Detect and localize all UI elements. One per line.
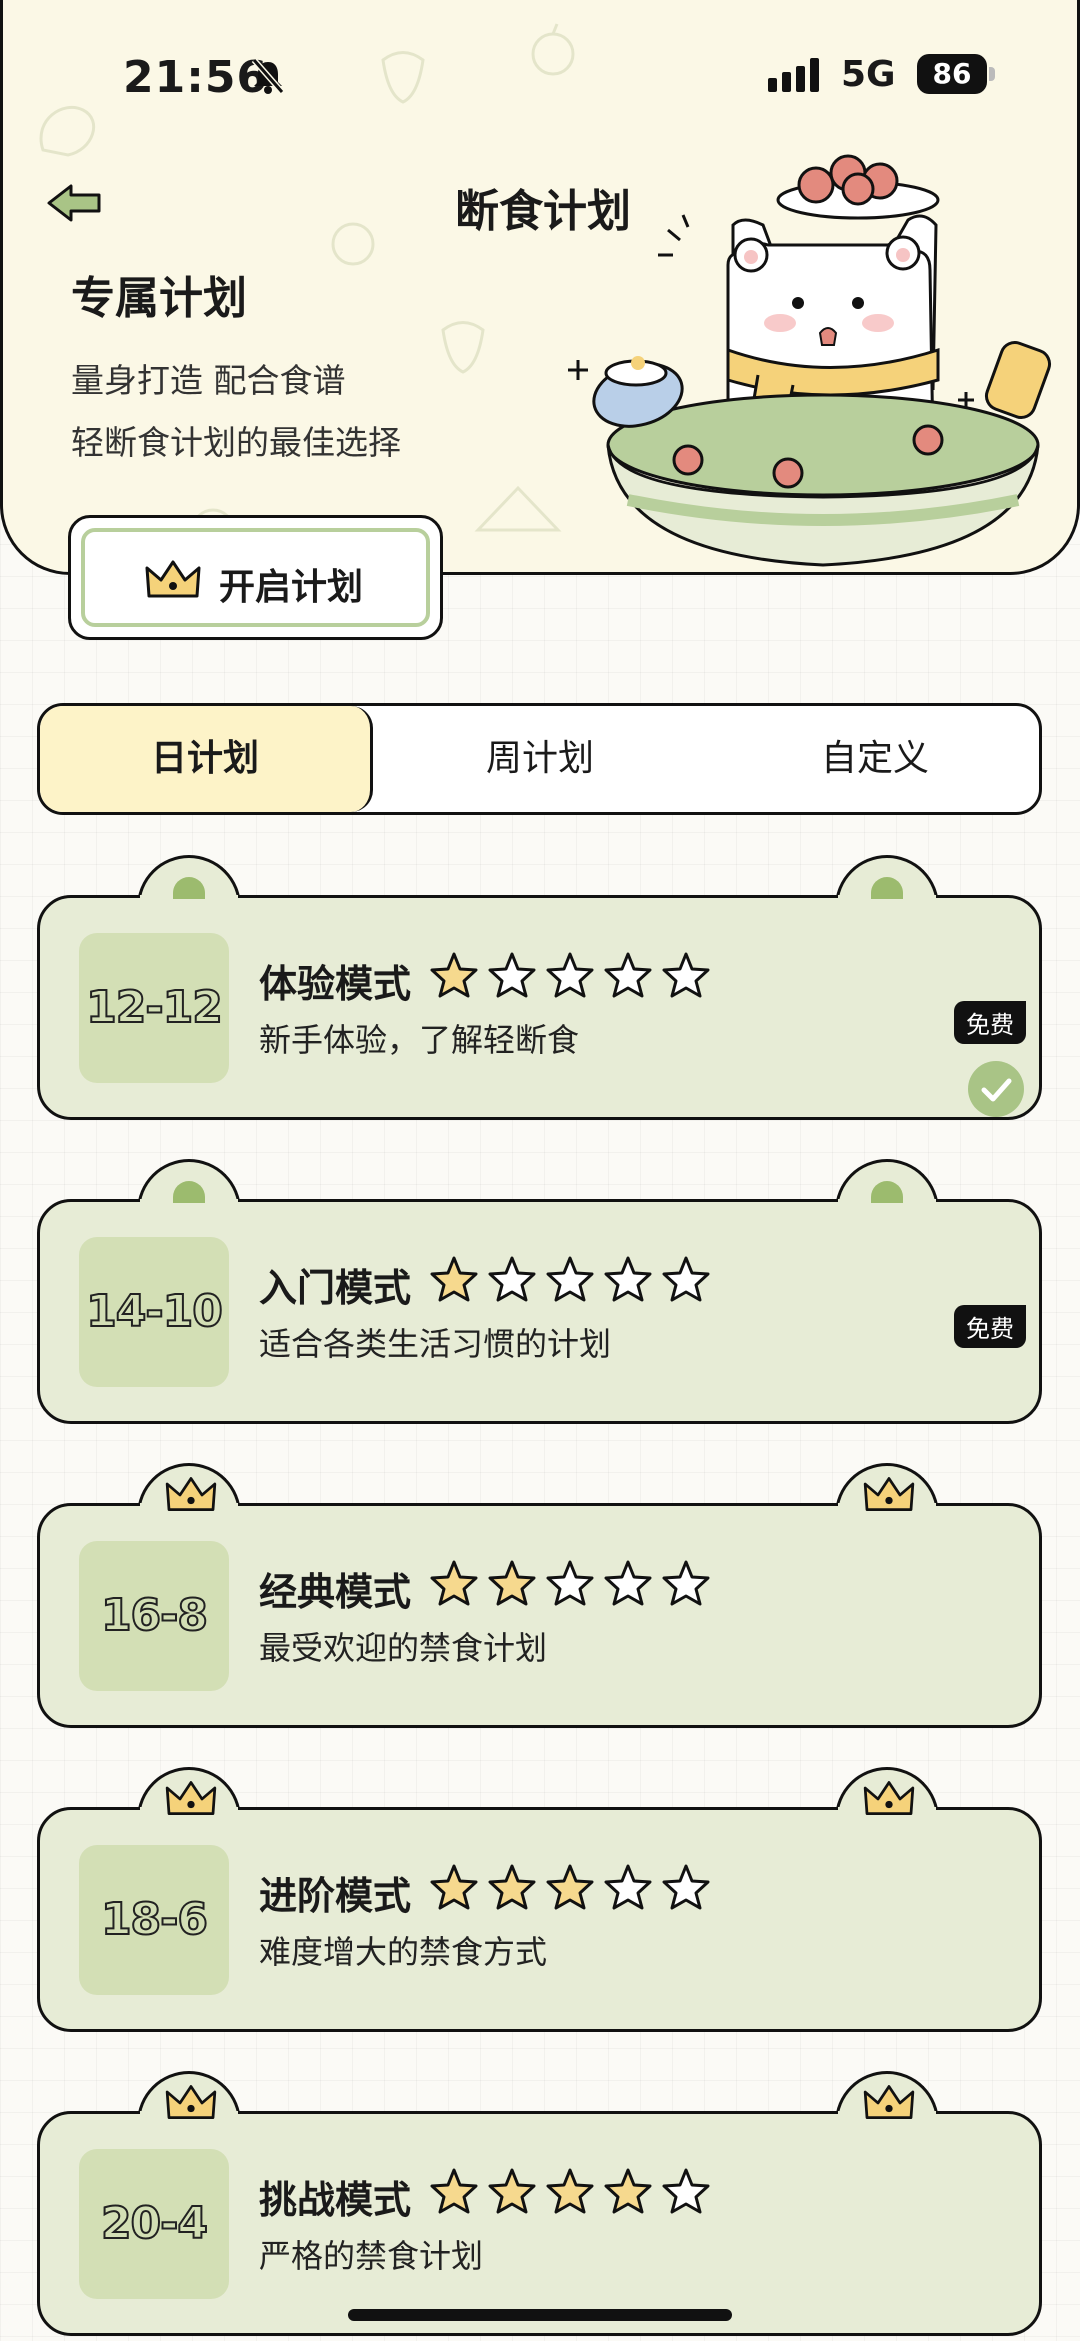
plan-ratio: 16-8 — [79, 1541, 229, 1691]
star-icon — [429, 1864, 487, 1915]
plan-tabs: 日计划 周计划 自定义 — [37, 703, 1042, 815]
status-bar: 21:56 5G 86 — [3, 40, 1077, 110]
tab-weekly[interactable]: 周计划 — [375, 706, 705, 812]
plan-description: 适合各类生活习惯的计划 — [259, 1325, 612, 1363]
star-icon — [487, 1560, 545, 1611]
star-icon — [603, 1560, 661, 1611]
bear-mascot-illustration — [568, 154, 1052, 567]
start-plan-label: 开启计划 — [219, 566, 364, 608]
tagline-line-1: 量身打造 配合食谱 — [71, 361, 346, 400]
star-icon — [545, 1864, 603, 1915]
tab-daily[interactable]: 日计划 — [40, 706, 373, 812]
plan-ratio: 12-12 — [79, 933, 229, 1083]
premium-crown-icon — [861, 1473, 917, 1521]
plan-ratio: 20-4 — [79, 2149, 229, 2299]
start-plan-button[interactable]: 开启计划 — [68, 515, 443, 640]
plan-description: 难度增大的禁食方式 — [259, 1933, 548, 1971]
star-icon — [487, 1256, 545, 1307]
plan-name: 挑战模式 — [259, 2178, 412, 2222]
difficulty-stars — [429, 951, 719, 1003]
plan-card[interactable]: 16-8 经典模式最受欢迎的禁食计划 — [37, 1463, 1042, 1728]
star-icon — [429, 952, 487, 1003]
crown-icon — [145, 560, 201, 598]
bell-muted-icon — [251, 58, 285, 94]
star-icon — [603, 2168, 661, 2219]
star-icon — [429, 1256, 487, 1307]
header-banner: 21:56 5G 86 断食计划 专属计划 量身打造 配合食谱 轻断食计划的最佳… — [0, 0, 1080, 575]
status-time: 21:56 — [123, 52, 269, 103]
signal-strength-icon — [768, 58, 819, 92]
network-type: 5G — [841, 54, 896, 95]
star-icon — [661, 952, 719, 1003]
plan-card[interactable]: 18-6 进阶模式难度增大的禁食方式 — [37, 1767, 1042, 2032]
star-icon — [545, 1560, 603, 1611]
strawberry-doodle-icon — [441, 321, 485, 374]
star-icon — [545, 952, 603, 1003]
star-icon — [545, 1256, 603, 1307]
tagline-line-2: 轻断食计划的最佳选择 — [71, 423, 401, 462]
difficulty-stars — [429, 1255, 719, 1307]
star-icon — [661, 1864, 719, 1915]
plan-card[interactable]: 20-4 挑战模式严格的禁食计划 — [37, 2071, 1042, 2336]
difficulty-stars — [429, 1559, 719, 1611]
star-icon — [545, 2168, 603, 2219]
star-icon — [661, 1256, 719, 1307]
tab-custom[interactable]: 自定义 — [710, 706, 1039, 812]
premium-crown-icon — [163, 1473, 219, 1521]
plan-name: 体验模式 — [259, 962, 412, 1006]
star-icon — [487, 1864, 545, 1915]
star-icon — [603, 1256, 661, 1307]
premium-crown-icon — [163, 2081, 219, 2129]
plan-description: 严格的禁食计划 — [259, 2237, 484, 2275]
premium-crown-icon — [861, 2081, 917, 2129]
selected-check-icon — [968, 1061, 1024, 1117]
star-icon — [487, 952, 545, 1003]
free-badge: 免费 — [954, 1305, 1026, 1348]
plan-description: 最受欢迎的禁食计划 — [259, 1629, 548, 1667]
plan-description: 新手体验，了解轻断食 — [259, 1021, 580, 1059]
plan-name: 进阶模式 — [259, 1874, 412, 1918]
watermelon-doodle-icon — [474, 485, 562, 532]
plan-name: 入门模式 — [259, 1266, 412, 1310]
star-icon — [429, 1560, 487, 1611]
free-badge: 免费 — [954, 1001, 1026, 1044]
star-icon — [661, 1560, 719, 1611]
star-icon — [603, 1864, 661, 1915]
home-indicator — [348, 2309, 732, 2321]
plan-ratio: 18-6 — [79, 1845, 229, 1995]
plan-name: 经典模式 — [259, 1570, 412, 1614]
star-icon — [661, 2168, 719, 2219]
plan-ratio: 14-10 — [79, 1237, 229, 1387]
premium-crown-icon — [861, 1777, 917, 1825]
plan-card[interactable]: 12-12 体验模式新手体验，了解轻断食 免费 — [37, 855, 1042, 1120]
plan-card[interactable]: 14-10 入门模式适合各类生活习惯的计划 免费 — [37, 1159, 1042, 1424]
difficulty-stars — [429, 1863, 719, 1915]
premium-crown-icon — [163, 1777, 219, 1825]
star-icon — [487, 2168, 545, 2219]
difficulty-stars — [429, 2167, 719, 2219]
star-icon — [603, 952, 661, 1003]
star-icon — [429, 2168, 487, 2219]
plan-heading: 专属计划 — [71, 273, 247, 324]
battery-indicator: 86 — [917, 54, 995, 94]
